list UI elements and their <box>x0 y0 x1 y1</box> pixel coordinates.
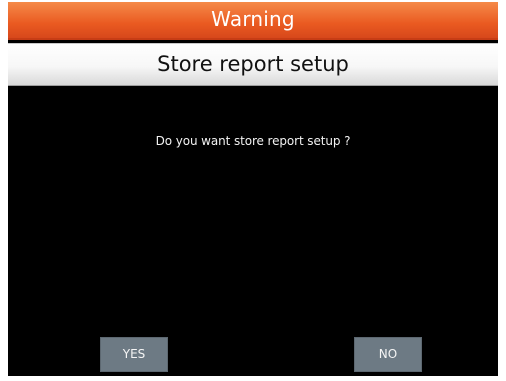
yes-button[interactable]: YES <box>100 337 168 372</box>
store-report-setup-title: Store report setup <box>157 52 349 76</box>
warning-header: Warning <box>8 2 498 40</box>
no-button[interactable]: NO <box>354 337 422 372</box>
store-report-setup-header: Store report setup <box>8 43 498 86</box>
confirmation-message: Do you want store report setup ? <box>155 134 351 148</box>
warning-title: Warning <box>211 7 295 31</box>
warning-dialog: Warning Store report setup Do you want s… <box>8 2 498 376</box>
